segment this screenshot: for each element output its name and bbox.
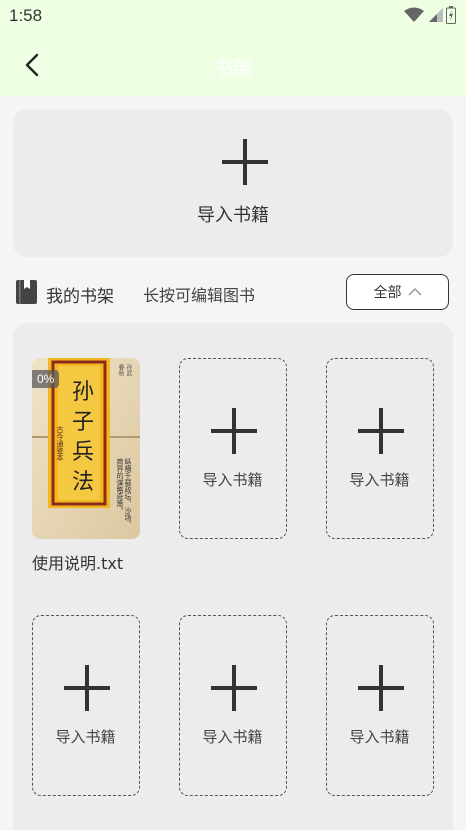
import-slot-label: 导入书籍 <box>349 471 410 489</box>
plus-icon <box>358 665 404 711</box>
import-slot-label: 导入书籍 <box>349 728 410 746</box>
app-bar: 书架 <box>0 34 466 96</box>
filter-label: 全部 <box>373 285 402 301</box>
bookshelf-grid: 孙 子 兵 法 古今通鉴本 孙武 春秋 纵横千载政坛、沙场、商界的谋略奇策。 0… <box>13 323 453 830</box>
shelf-header: 我的书架 长按可编辑图书 全部 <box>0 272 466 312</box>
wifi-icon <box>404 7 424 22</box>
battery-icon <box>446 6 456 24</box>
import-book-slot[interactable]: 导入书籍 <box>179 358 287 539</box>
book-cover-blurb: 纵横千载政坛、沙场、商界的谋略奇策。 <box>116 458 132 528</box>
book-title: 使用说明.txt <box>32 554 124 573</box>
import-book-slot[interactable]: 导入书籍 <box>179 615 287 796</box>
book-cover-dynasty: 春秋 <box>117 364 124 376</box>
book-cover-title: 孙 子 兵 法 <box>71 380 94 495</box>
book-cover-edition: 古今通鉴本 <box>56 426 64 461</box>
shelf-title: 我的书架 <box>46 287 114 307</box>
plus-icon <box>211 665 257 711</box>
plus-icon <box>211 408 257 454</box>
import-book-slot[interactable]: 导入书籍 <box>326 358 434 539</box>
chevron-up-icon <box>407 287 422 296</box>
import-book-card[interactable]: 导入书籍 <box>13 109 453 257</box>
status-bar: 1:58 <box>0 0 466 34</box>
book-cover[interactable]: 孙 子 兵 法 古今通鉴本 孙武 春秋 纵横千载政坛、沙场、商界的谋略奇策。 0… <box>32 358 140 539</box>
signal-icon <box>429 8 443 22</box>
book-icon <box>16 280 37 304</box>
plus-icon <box>358 408 404 454</box>
import-book-label: 导入书籍 <box>197 205 269 226</box>
plus-icon <box>222 139 268 185</box>
import-slot-label: 导入书籍 <box>55 728 116 746</box>
import-book-slot[interactable]: 导入书籍 <box>326 615 434 796</box>
import-slot-label: 导入书籍 <box>202 728 263 746</box>
plus-icon <box>64 665 110 711</box>
page-title: 书架 <box>213 56 253 80</box>
shelf-hint: 长按可编辑图书 <box>143 286 256 305</box>
status-time: 1:58 <box>9 6 43 25</box>
import-book-slot[interactable]: 导入书籍 <box>32 615 140 796</box>
status-icons <box>404 6 456 24</box>
reading-progress-badge: 0% <box>32 370 60 388</box>
import-slot-label: 导入书籍 <box>202 471 263 489</box>
filter-dropdown[interactable]: 全部 <box>346 274 449 310</box>
book-cover-author: 孙武 <box>125 364 132 376</box>
